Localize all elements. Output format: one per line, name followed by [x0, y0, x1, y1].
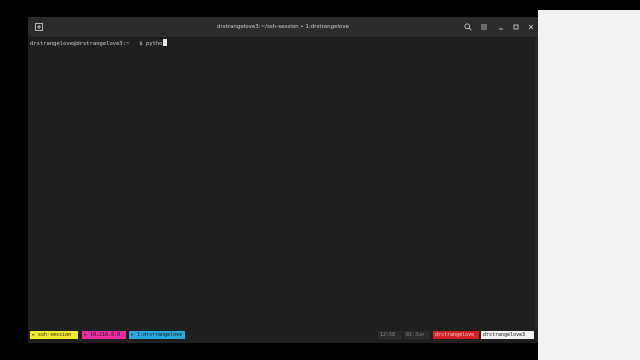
close-icon[interactable] [524, 20, 538, 34]
status-date: 01 Jun [404, 331, 430, 339]
status-host: drstrangelove3 [481, 331, 534, 339]
desktop-background [538, 10, 640, 360]
status-time: 12:58 [378, 331, 402, 339]
tmux-status-bar: ▸ ssh-session ▸ 10.216.0.0 ▸ 1:drstrange… [28, 331, 538, 339]
terminal-output[interactable]: drstrangelove@drstrangelove3:~ $ pytho [30, 39, 538, 327]
prompt-path: ~ [126, 41, 130, 47]
titlebar: drstrangelove3:~/ssh-session • 1:drstran… [28, 17, 538, 38]
terminal-window: drstrangelove3:~/ssh-session • 1:drstran… [28, 17, 538, 343]
menu-icon[interactable] [477, 20, 491, 34]
text-cursor [163, 39, 168, 46]
status-user: drstrangelove [433, 331, 479, 339]
search-icon[interactable] [461, 20, 475, 34]
maximize-icon[interactable] [509, 20, 523, 34]
command-input[interactable]: pytho [146, 41, 163, 47]
prompt-symbol: $ [139, 41, 143, 47]
scrollbar[interactable] [535, 39, 538, 327]
status-window: ▸ 1:drstrangelove [129, 331, 185, 339]
status-session: ▸ ssh-session [30, 331, 78, 339]
screen-margin-left [0, 0, 24, 360]
status-ip: ▸ 10.216.0.0 [82, 331, 126, 339]
prompt-user-host: drstrangelove@drstrangelove3 [30, 41, 123, 47]
minimize-icon[interactable] [494, 20, 508, 34]
